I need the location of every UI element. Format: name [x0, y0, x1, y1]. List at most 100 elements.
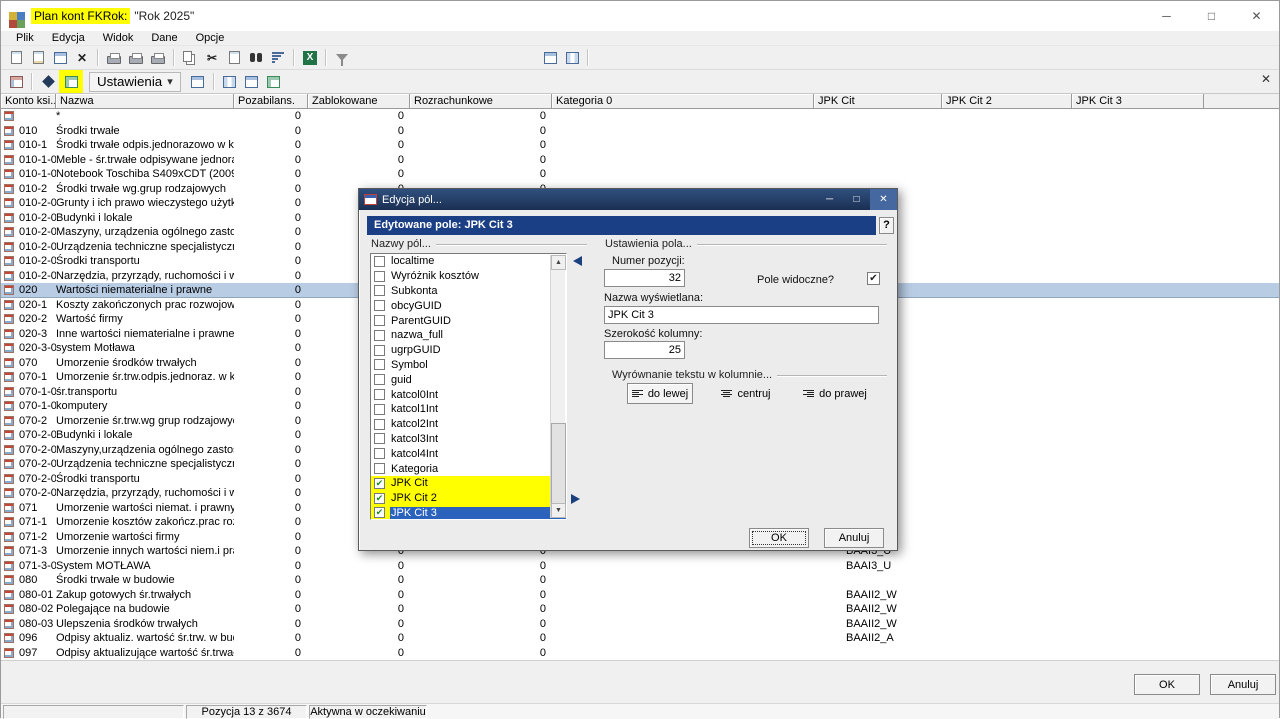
summary-view-button[interactable] [263, 71, 285, 92]
main-ok-button[interactable]: OK [1134, 674, 1200, 695]
maximize-button[interactable]: □ [1189, 1, 1234, 31]
field-list-item[interactable]: obcyGUID [371, 298, 566, 313]
header-jpk-cit[interactable]: JPK Cit [814, 94, 942, 109]
field-checkbox[interactable] [374, 359, 385, 370]
field-list-item[interactable]: localtime [371, 254, 566, 269]
split-view-button[interactable] [241, 71, 263, 92]
field-checkbox[interactable] [374, 448, 385, 459]
field-list-item[interactable]: ✔JPK Cit 3 [371, 506, 566, 520]
minimize-button[interactable]: ─ [1144, 1, 1189, 31]
table-row[interactable]: 097Odpisy aktualizujące wartość śr.trwał… [1, 646, 1279, 661]
table-row[interactable]: 010Środki trwałe000 [1, 124, 1279, 139]
header-jpk-cit-3[interactable]: JPK Cit 3 [1072, 94, 1204, 109]
menu-widok[interactable]: Widok [94, 31, 143, 45]
card-view-button[interactable] [49, 47, 71, 68]
new-document-button[interactable] [5, 47, 27, 68]
field-list-item[interactable]: Wyróżnik kosztów [371, 269, 566, 284]
properties-button[interactable] [187, 71, 209, 92]
table-row[interactable]: 080-01Zakup gotowych śr.trwałych000BAAII… [1, 588, 1279, 603]
header-zablokowane[interactable]: Zablokowane [308, 94, 410, 109]
rows-view-button[interactable] [219, 71, 241, 92]
szerokosc-kolumny-input[interactable] [604, 341, 685, 359]
table-row[interactable]: 080Środki trwałe w budowie000 [1, 573, 1279, 588]
delete-button[interactable]: ✕ [71, 47, 93, 68]
scroll-thumb[interactable] [551, 423, 566, 507]
align-center-button[interactable]: centruj [715, 383, 777, 404]
navigate-button[interactable] [37, 71, 59, 92]
field-checkbox[interactable] [374, 389, 385, 400]
field-list-item[interactable]: Kategoria [371, 461, 566, 476]
field-list[interactable]: localtimeWyróżnik kosztówSubkontaobcyGUI… [370, 253, 567, 520]
dialog-close-button[interactable]: ✕ [870, 189, 897, 210]
align-left-button[interactable]: do lewej [627, 383, 693, 404]
table-row[interactable]: 071-3-02System MOTŁAWA000BAAI3_U [1, 559, 1279, 574]
main-cancel-button[interactable]: Anuluj [1210, 674, 1276, 695]
header-kategoria[interactable]: Kategoria 0 [552, 94, 814, 109]
close-panel-button[interactable]: ✕ [1261, 72, 1271, 86]
field-list-item[interactable]: katcol3Int [371, 432, 566, 447]
dialog-maximize-button[interactable]: □ [843, 189, 870, 210]
table-row[interactable]: 096Odpisy aktualiz. wartość śr.trw. w bu… [1, 631, 1279, 646]
field-checkbox[interactable] [374, 256, 385, 267]
form-view-button[interactable] [539, 47, 561, 68]
field-checkbox[interactable] [374, 315, 385, 326]
header-nazwa[interactable]: Nazwa [56, 94, 234, 109]
print-preview-button[interactable] [103, 47, 125, 68]
numer-pozycji-input[interactable] [604, 269, 685, 287]
table-row[interactable]: 080-02Polegające na budowie000BAAII2_W [1, 602, 1279, 617]
field-checkbox[interactable] [374, 330, 385, 341]
export-grid-button[interactable] [5, 71, 27, 92]
dialog-minimize-button[interactable]: ─ [816, 189, 843, 210]
print-button[interactable] [125, 47, 147, 68]
list-scrollbar[interactable]: ▲ ▼ [550, 255, 565, 518]
field-checkbox[interactable] [374, 374, 385, 385]
field-list-item[interactable]: katcol2Int [371, 417, 566, 432]
field-checkbox[interactable] [374, 271, 385, 282]
cut-button[interactable]: ✂ [201, 47, 223, 68]
field-checkbox[interactable] [374, 433, 385, 444]
sort-button[interactable] [267, 47, 289, 68]
scroll-up-icon[interactable]: ▲ [551, 255, 566, 270]
menu-plik[interactable]: Plik [7, 31, 43, 45]
edit-columns-button[interactable] [60, 71, 82, 92]
copy-button[interactable] [179, 47, 201, 68]
header-rozrachunkowe[interactable]: Rozrachunkowe [410, 94, 552, 109]
field-list-item[interactable]: ParentGUID [371, 313, 566, 328]
field-list-item[interactable]: Subkonta [371, 284, 566, 299]
align-right-button[interactable]: do prawej [800, 383, 870, 404]
pole-widoczne-checkbox[interactable]: ✔ [867, 272, 880, 285]
header-jpk-cit-2[interactable]: JPK Cit 2 [942, 94, 1072, 109]
field-list-item[interactable]: ✔JPK Cit [371, 476, 566, 491]
table-row[interactable]: 010-1-02Notebook Toschiba S409xCDT (2009… [1, 167, 1279, 182]
table-row[interactable]: 010-1Środki trwałe odpis.jednorazowo w k… [1, 138, 1279, 153]
filter-button[interactable] [331, 47, 353, 68]
print-setup-button[interactable] [147, 47, 169, 68]
paste-button[interactable] [223, 47, 245, 68]
column-view-button[interactable] [561, 47, 583, 68]
menu-dane[interactable]: Dane [142, 31, 186, 45]
field-list-item[interactable]: ugrpGUID [371, 343, 566, 358]
field-list-item[interactable]: guid [371, 372, 566, 387]
header-konto[interactable]: Konto ksi...▽ [1, 94, 56, 109]
field-checkbox[interactable] [374, 300, 385, 311]
table-row[interactable]: *000 [1, 109, 1279, 124]
dialog-ok-button[interactable]: OK [749, 528, 809, 548]
field-checkbox[interactable]: ✔ [374, 478, 385, 489]
close-button[interactable]: ✕ [1234, 1, 1279, 31]
excel-export-button[interactable]: X [299, 47, 321, 68]
field-checkbox[interactable] [374, 345, 385, 356]
field-list-item[interactable]: ✔JPK Cit 2 [371, 491, 566, 506]
field-checkbox[interactable] [374, 285, 385, 296]
table-row[interactable]: 010-1-01Meble - śr.trwałe odpisywane jed… [1, 153, 1279, 168]
field-checkbox[interactable] [374, 419, 385, 430]
search-button[interactable] [245, 47, 267, 68]
dialog-cancel-button[interactable]: Anuluj [824, 528, 884, 548]
edit-plan-button[interactable] [27, 47, 49, 68]
field-list-item[interactable]: Symbol [371, 358, 566, 373]
table-row[interactable]: 080-03Ulepszenia środków trwałych000BAAI… [1, 617, 1279, 632]
field-list-item[interactable]: katcol0Int [371, 387, 566, 402]
scroll-down-icon[interactable]: ▼ [551, 503, 566, 518]
menu-opcje[interactable]: Opcje [187, 31, 234, 45]
ustawienia-dropdown[interactable]: Ustawienia ▾ [89, 72, 181, 92]
header-pozabilans[interactable]: Pozabilans. [234, 94, 308, 109]
